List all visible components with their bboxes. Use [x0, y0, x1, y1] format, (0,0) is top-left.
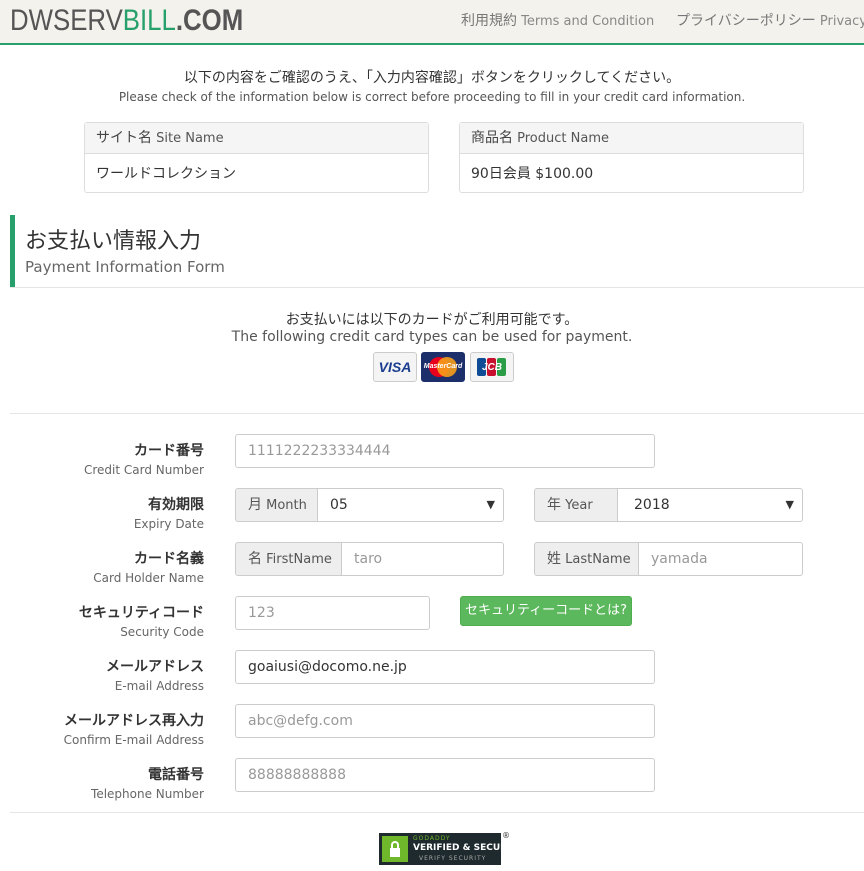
section-accent-bar [10, 215, 15, 287]
site-name-panel: サイト名 Site Name ワールドコレクション [84, 122, 429, 193]
lock-icon [382, 836, 408, 862]
confirm-email-label: メールアドレス再入力 Confirm E-mail Address [63, 713, 204, 747]
registered-mark: ® [502, 831, 510, 840]
site-name-value: ワールドコレクション [96, 166, 236, 182]
confirm-email-input[interactable]: abc@defg.com [235, 704, 655, 738]
security-code-input[interactable]: 123 [235, 596, 430, 630]
divider [10, 287, 864, 288]
card-number-input[interactable]: 1111222233334444 [235, 434, 655, 468]
card-number-label: カード番号 Credit Card Number [84, 443, 204, 477]
month-select[interactable]: 05 ▼ [318, 488, 504, 522]
first-name-addon: 名 FirstName [235, 542, 342, 576]
email-label: メールアドレス E-mail Address [106, 659, 204, 693]
expiry-label: 有効期限 Expiry Date [133, 497, 204, 531]
intro-en: Please check of the information below is… [118, 90, 746, 104]
section-title-jp: お支払い情報入力 [25, 229, 202, 254]
email-input[interactable]: goaiusi@docomo.ne.jp [235, 650, 655, 684]
first-name-input[interactable]: taro [342, 542, 504, 576]
visa-card-icon: VISA [373, 352, 417, 382]
site-logo[interactable]: DWSERVBILL.COM [10, 5, 243, 37]
security-code-label: セキュリティコード Security Code [78, 605, 204, 639]
year-addon: 年 Year [534, 488, 618, 522]
year-select[interactable]: 2018 ▼ [618, 488, 803, 522]
last-name-input[interactable]: yamada [639, 542, 803, 576]
product-name-value: 90日会員 $100.00 [471, 166, 594, 182]
security-code-help-button[interactable]: セキュリティーコードとは? [460, 596, 632, 626]
cards-info-en: The following credit card types can be u… [231, 329, 633, 345]
header-bar: DWSERVBILL.COM 利用規約 Terms and Condition … [0, 0, 864, 45]
jcb-card-icon: JCB [470, 352, 514, 382]
chevron-down-icon: ▼ [486, 498, 495, 511]
telephone-label: 電話番号 Telephone Number [91, 767, 204, 801]
section-title-en: Payment Information Form [25, 258, 225, 276]
product-name-heading: 商品名 Product Name [460, 123, 803, 154]
mastercard-card-icon: MasterCard [421, 352, 465, 382]
site-name-heading: サイト名 Site Name [85, 123, 428, 154]
nav-link-privacy[interactable]: プライバシーポリシー Privacy [676, 10, 864, 30]
nav-link-terms[interactable]: 利用規約 Terms and Condition [461, 10, 654, 30]
divider [10, 413, 864, 414]
godaddy-security-badge[interactable]: GODADDY VERIFIED & SECURED VERIFY SECURI… [379, 833, 521, 865]
cards-info-jp: お支払いには以下のカードがご利用可能です。 [285, 312, 579, 328]
telephone-input[interactable]: 88888888888 [235, 758, 655, 792]
padlock-shape-icon [390, 841, 400, 857]
card-holder-label: カード名義 Card Holder Name [93, 551, 204, 585]
intro-jp: 以下の内容をご確認のうえ、「入力内容確認」ボタンをクリックしてください。 [183, 70, 681, 86]
chevron-down-icon: ▼ [785, 498, 794, 511]
product-name-panel: 商品名 Product Name 90日会員 $100.00 [459, 122, 804, 193]
divider [10, 812, 864, 813]
month-addon: 月 Month [235, 488, 318, 522]
last-name-addon: 姓 LastName [534, 542, 639, 576]
